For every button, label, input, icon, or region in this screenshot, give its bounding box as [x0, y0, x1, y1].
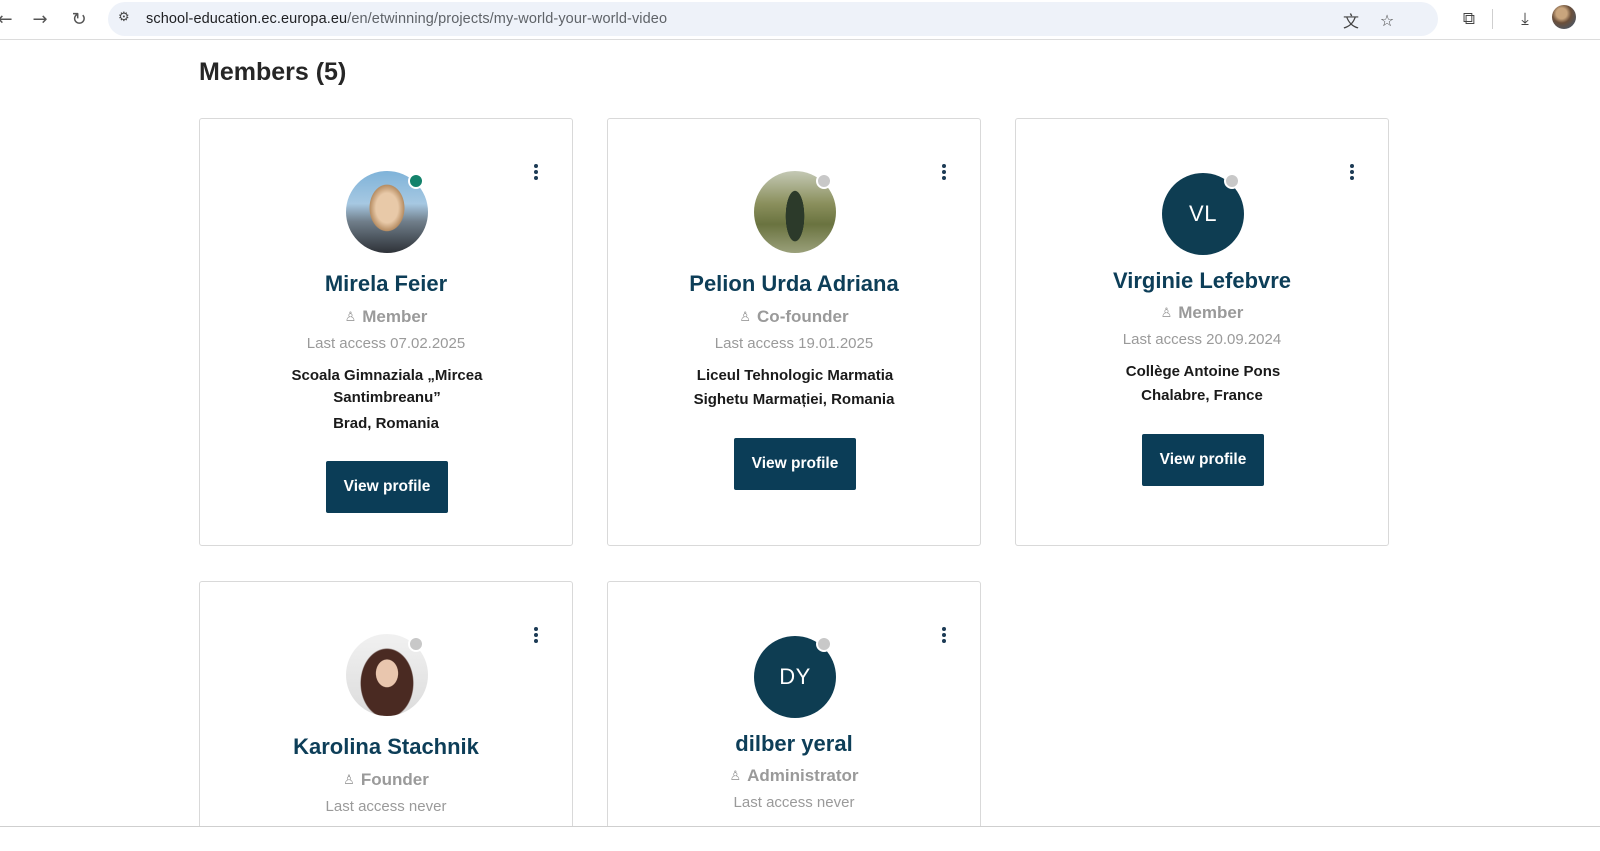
last-access: Last access 20.09.2024	[1122, 331, 1282, 348]
view-profile-button[interactable]: View profile	[1142, 434, 1264, 486]
member-card: VL Virginie Lefebvre ♙ Member Last access…	[1015, 118, 1389, 546]
person-icon: ♙	[1160, 305, 1173, 321]
member-location: Sighetu Marmației, Romania	[693, 391, 895, 408]
last-access: Last access never	[325, 798, 447, 815]
download-icon[interactable]: ⤓	[1512, 6, 1538, 32]
page-title: Members (5)	[199, 58, 347, 86]
bookmark-star-icon[interactable]: ☆	[1376, 9, 1398, 31]
member-organization: Scoala Gimnaziala „Mircea Santimbreanu”	[291, 367, 483, 406]
back-icon[interactable]: ←	[0, 6, 18, 32]
member-card: Pelion Urda Adriana ♙ Co-founder Last acc…	[607, 118, 981, 546]
member-name[interactable]: Mirela Feier	[200, 271, 572, 297]
profile-avatar[interactable]	[1552, 5, 1576, 29]
status-offline-icon	[1224, 173, 1240, 189]
reload-icon[interactable]: ↻	[66, 6, 92, 32]
extensions-icon[interactable]: ⧉	[1456, 6, 1482, 32]
view-profile-button[interactable]: View profile	[734, 438, 856, 490]
page-bottom	[0, 827, 1600, 851]
member-role: ♙ Co-founder	[608, 307, 980, 327]
status-offline-icon	[816, 636, 832, 652]
site-settings-icon[interactable]: ⚙	[118, 10, 136, 28]
member-card: Mirela Feier ♙ Member Last access 07.02.2…	[199, 118, 573, 546]
member-location: Brad, Romania	[333, 415, 439, 432]
toolbar-separator	[1492, 9, 1493, 29]
person-icon: ♙	[739, 309, 752, 325]
member-name[interactable]: Karolina Stachnik	[200, 734, 572, 760]
more-options-icon[interactable]	[938, 626, 950, 644]
url-host: school-education.ec.europa.eu	[146, 11, 348, 27]
member-role-label: Member	[362, 307, 428, 326]
member-role-label: Founder	[360, 770, 429, 789]
member-name[interactable]: Pelion Urda Adriana	[608, 271, 980, 297]
more-options-icon[interactable]	[530, 626, 542, 644]
member-name[interactable]: dilber yeral	[608, 731, 980, 757]
member-role: ♙ Member	[1016, 303, 1388, 323]
member-location: Chalabre, France	[1141, 387, 1263, 404]
member-role: ♙ Member	[200, 307, 572, 327]
person-icon: ♙	[343, 772, 355, 788]
last-access: Last access never	[733, 794, 855, 811]
forward-icon[interactable]: →	[27, 6, 53, 32]
url-text[interactable]: school-education.ec.europa.eu/en/etwinni…	[146, 11, 667, 27]
member-role-label: Administrator	[747, 766, 859, 785]
member-role: ♙ Founder	[200, 770, 572, 790]
member-role-label: Co-founder	[757, 307, 849, 326]
address-bar[interactable]: ⚙ school-education.ec.europa.eu/en/etwin…	[108, 2, 1438, 36]
member-card: DY dilber yeral ♙ Administrator Last acce…	[607, 581, 981, 841]
last-access: Last access 19.01.2025	[714, 335, 874, 352]
translate-icon[interactable]: 文	[1340, 9, 1362, 31]
url-path: /en/etwinning/projects/my-world-your-wor…	[347, 11, 668, 27]
member-role: ♙ Administrator	[608, 766, 980, 786]
last-access: Last access 07.02.2025	[306, 335, 466, 352]
person-icon: ♙	[344, 309, 357, 325]
more-options-icon[interactable]	[530, 163, 542, 181]
member-organization: Liceul Tehnologic Marmatia	[696, 367, 894, 384]
status-offline-icon	[816, 173, 832, 189]
more-options-icon[interactable]	[938, 163, 950, 181]
member-role-label: Member	[1178, 303, 1244, 322]
member-organization: Collège Antoine Pons	[1125, 363, 1281, 380]
person-icon: ♙	[729, 768, 742, 784]
member-card: Karolina Stachnik ♙ Founder Last access n…	[199, 581, 573, 841]
browser-toolbar: ← → ↻ ⚙ school-education.ec.europa.eu/en…	[0, 0, 1600, 40]
status-offline-icon	[408, 636, 424, 652]
view-profile-button[interactable]: View profile	[326, 461, 448, 513]
more-options-icon[interactable]	[1346, 163, 1358, 181]
status-online-icon	[408, 173, 424, 189]
member-name[interactable]: Virginie Lefebvre	[1016, 268, 1388, 294]
